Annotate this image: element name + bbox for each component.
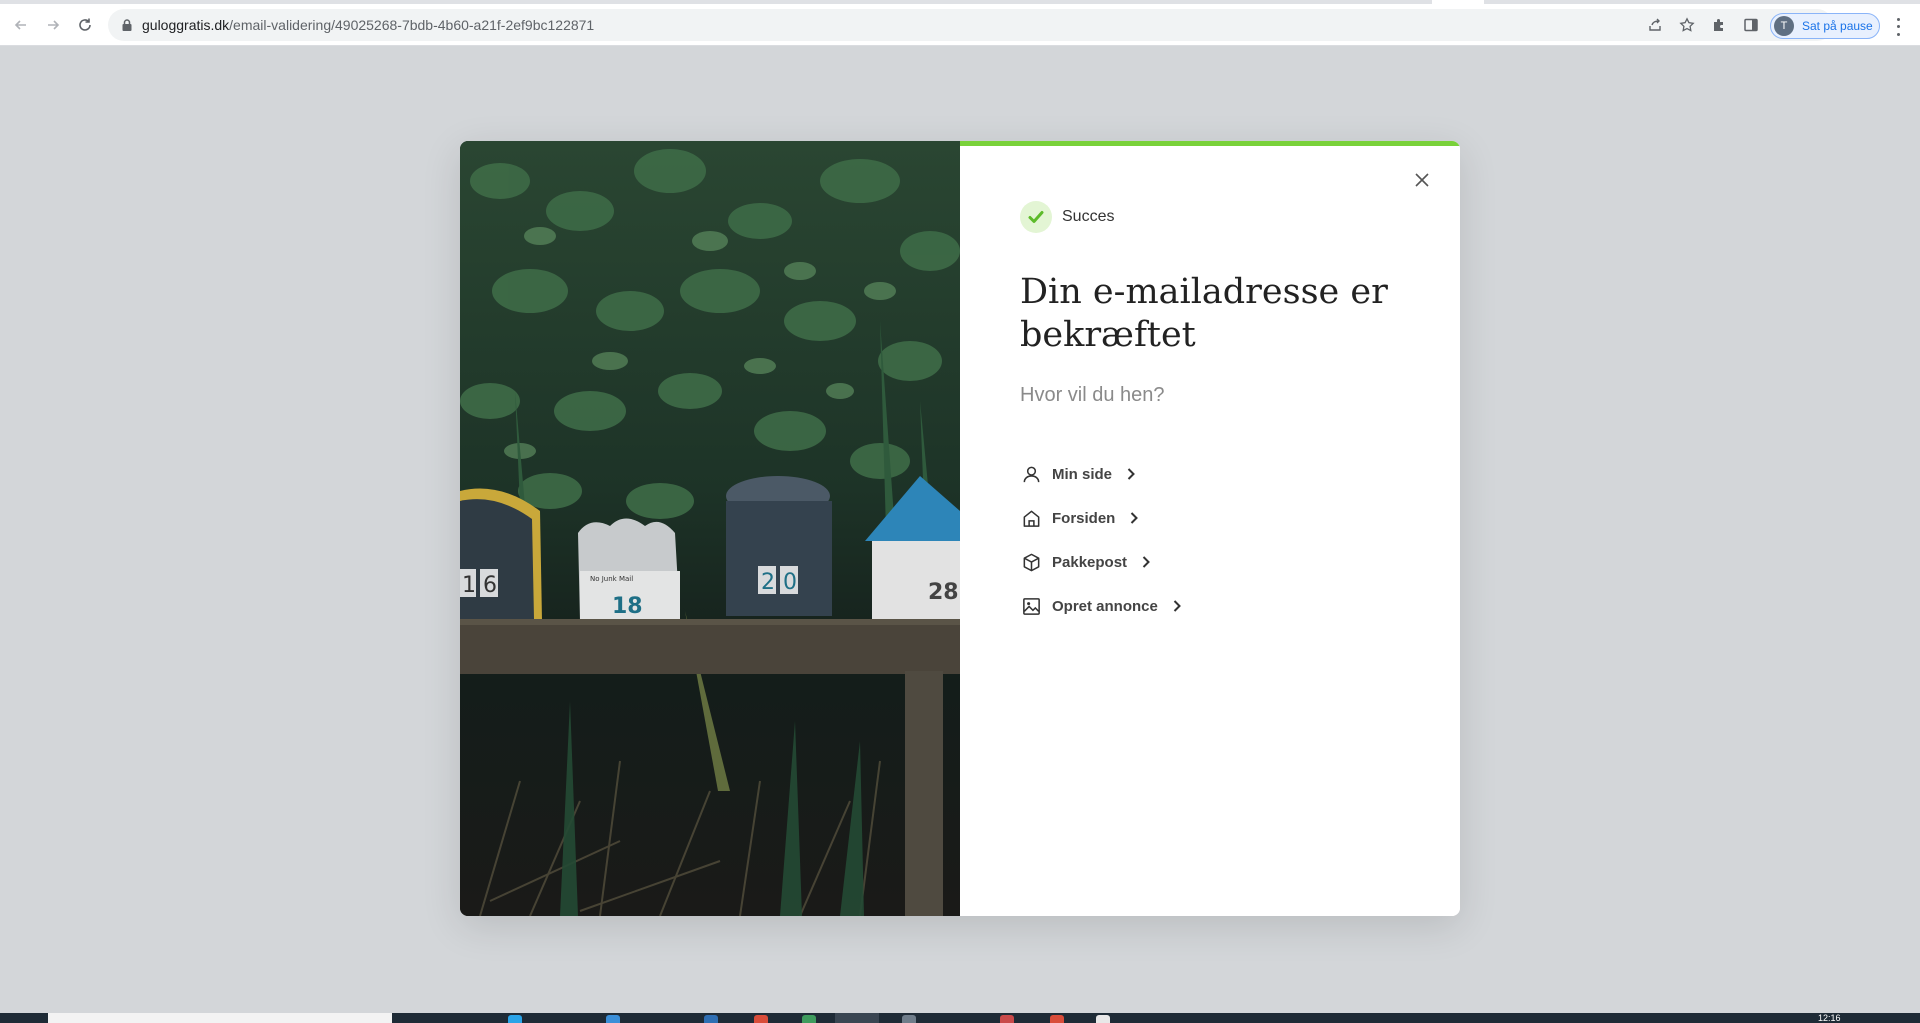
chevron-right-icon (1170, 599, 1184, 613)
profile-status-label: Sat på pause (1802, 19, 1873, 33)
status-label: Succes (1062, 208, 1115, 225)
extensions-button[interactable] (1709, 15, 1729, 35)
email-verified-modal: 1 6 No Junk Mail 18 2 0 28 Succes Din e-… (460, 141, 1460, 916)
reload-button[interactable] (72, 12, 98, 38)
link-pakkepost[interactable]: Pakkepost (1020, 540, 1184, 584)
browser-toolbar: guloggratis.dk/email-validering/49025268… (0, 4, 1920, 46)
forward-arrow-icon (48, 20, 60, 30)
link-label: Min side (1052, 465, 1113, 483)
star-icon (1679, 17, 1695, 32)
menu-dot-icon (1896, 25, 1900, 29)
profile-button[interactable]: T Sat på pause (1770, 13, 1880, 39)
svg-text:6: 6 (483, 573, 497, 598)
forward-button[interactable] (40, 12, 66, 38)
status-row: Succes (1020, 201, 1114, 233)
taskbar-app-icon[interactable] (802, 1015, 816, 1023)
link-min-side[interactable]: Min side (1020, 452, 1184, 496)
back-arrow-icon (14, 20, 26, 30)
svg-text:28: 28 (928, 580, 959, 605)
taskbar-app-icon[interactable] (704, 1015, 718, 1023)
reload-icon (79, 18, 91, 31)
link-opret-annonce[interactable]: Opret annonce (1020, 584, 1184, 628)
chevron-right-icon (1127, 511, 1141, 525)
svg-text:18: 18 (612, 594, 643, 619)
taskbar-app-icon[interactable] (1050, 1015, 1064, 1023)
subheading: Hvor vil du hen? (1020, 384, 1165, 406)
progress-bar (960, 141, 1460, 146)
url-text[interactable]: guloggratis.dk/email-validering/49025268… (142, 17, 594, 33)
chevron-right-icon (1139, 555, 1153, 569)
taskbar-app-icon[interactable] (508, 1015, 522, 1023)
url-host: guloggratis.dk (142, 17, 230, 33)
link-forsiden[interactable]: Forsiden (1020, 496, 1184, 540)
svg-text:0: 0 (783, 570, 797, 595)
mailbox-photo: 1 6 No Junk Mail 18 2 0 28 (460, 141, 960, 916)
lock-icon[interactable] (120, 18, 134, 32)
share-icon (1649, 18, 1661, 31)
bookmark-star-button[interactable] (1677, 15, 1697, 35)
svg-text:2: 2 (761, 570, 775, 595)
share-button[interactable] (1645, 15, 1665, 35)
taskbar-clock: 12:16 (1818, 1013, 1841, 1023)
modal-content-panel: Succes Din e-mailadresse er bekræftet Hv… (960, 141, 1460, 916)
link-label: Pakkepost (1052, 553, 1128, 571)
mailboxes-illustration: 1 6 No Junk Mail 18 2 0 28 (460, 141, 960, 916)
svg-text:1: 1 (462, 573, 476, 598)
taskbar-app-icon[interactable] (902, 1015, 916, 1023)
close-icon (1415, 173, 1429, 187)
menu-dot-icon (1896, 32, 1900, 36)
address-bar[interactable]: guloggratis.dk/email-validering/49025268… (108, 9, 1833, 41)
url-path: /email-validering/49025268-7bdb-4b60-a21… (229, 17, 595, 33)
image-icon (1020, 595, 1042, 617)
puzzle-icon (1714, 19, 1723, 31)
taskbar-app-icon[interactable] (1000, 1015, 1014, 1023)
side-panel-icon (1744, 18, 1758, 32)
side-panel-button[interactable] (1741, 15, 1761, 35)
page-title: Din e-mailadresse er bekræftet (1020, 272, 1388, 355)
taskbar-app-icon[interactable] (606, 1015, 620, 1023)
link-label: Forsiden (1052, 509, 1116, 527)
link-label: Opret annonce (1052, 597, 1158, 615)
profile-avatar: T (1774, 16, 1794, 36)
taskbar-app-icon[interactable] (754, 1015, 768, 1023)
chevron-right-icon (1124, 467, 1138, 481)
taskbar-app-icon[interactable] (1096, 1015, 1110, 1023)
svg-text:No Junk Mail: No Junk Mail (590, 575, 633, 583)
user-icon (1020, 463, 1042, 485)
menu-dot-icon (1896, 18, 1900, 22)
success-check-icon (1020, 201, 1052, 233)
back-button[interactable] (8, 12, 34, 38)
taskbar-search-box[interactable] (48, 1013, 392, 1023)
package-icon (1020, 551, 1042, 573)
destination-links: Min side Forsiden Pakkepost Opret annonc… (1020, 452, 1184, 628)
close-button[interactable] (1410, 168, 1434, 192)
os-taskbar: 12:16 (0, 1013, 1920, 1023)
browser-menu-button[interactable] (1888, 16, 1908, 38)
home-icon (1020, 507, 1042, 529)
taskbar-active-app[interactable] (835, 1013, 879, 1023)
